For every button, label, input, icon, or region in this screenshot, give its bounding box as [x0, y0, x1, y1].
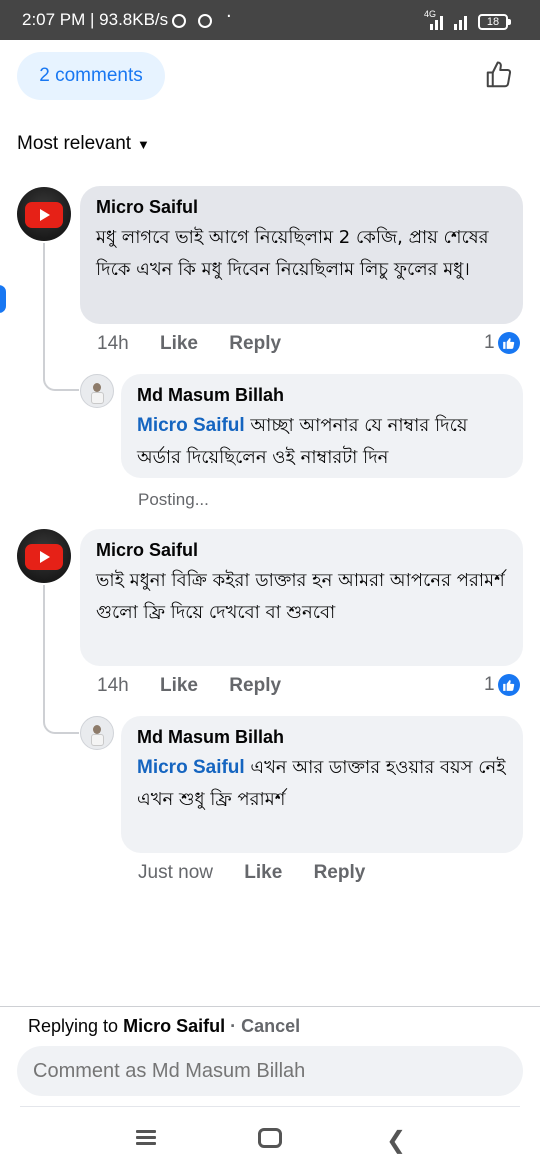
- back-icon[interactable]: ❮: [386, 1126, 406, 1154]
- like-button[interactable]: Like: [244, 862, 282, 883]
- mention-link[interactable]: Micro Saiful: [137, 415, 245, 436]
- divider: [0, 1006, 540, 1007]
- reply-time: Just now: [138, 862, 213, 883]
- person-body-icon: [91, 392, 104, 404]
- like-button[interactable]: Like: [160, 675, 198, 696]
- thread-line: [43, 585, 79, 734]
- mention-link[interactable]: Micro Saiful: [137, 757, 245, 778]
- person-body-icon: [91, 734, 104, 746]
- comments-count-button[interactable]: 2 comments: [17, 52, 165, 100]
- comment-bubble[interactable]: Micro Saiful মধু লাগবে ভাই আগে নিয়েছিলা…: [80, 186, 523, 324]
- reply-text-line2: এখন শুধু ফ্রি পরামর্শ: [137, 789, 286, 810]
- reply-author[interactable]: Md Masum Billah: [137, 726, 507, 748]
- comment-author[interactable]: Micro Saiful: [96, 539, 507, 561]
- home-icon[interactable]: [258, 1128, 282, 1148]
- message-icon: [198, 14, 212, 28]
- notification-dot-icon: ·: [226, 6, 232, 27]
- person-icon: [93, 725, 101, 734]
- status-time: 2:07 PM | 93.8KB/s: [22, 10, 169, 29]
- avatar[interactable]: [80, 374, 114, 408]
- reply-author[interactable]: Md Masum Billah: [137, 384, 507, 406]
- avatar[interactable]: [80, 716, 114, 750]
- reaction-count[interactable]: 1: [484, 332, 520, 354]
- reaction-count[interactable]: 1: [484, 674, 520, 696]
- sort-label: Most relevant: [17, 133, 132, 154]
- replying-prefix: Replying to: [28, 1016, 119, 1036]
- divider: [20, 1106, 520, 1107]
- recent-apps-icon[interactable]: [136, 1130, 156, 1146]
- comment-time: 14h: [97, 333, 129, 354]
- reply-text: এখন আর ডাক্তার হওয়ার বয়স নেই: [250, 757, 506, 778]
- thumbs-up-outline-icon[interactable]: [484, 60, 514, 90]
- comment-time: 14h: [97, 675, 129, 696]
- sync-icon: [172, 14, 186, 28]
- signal-icon-2: [454, 14, 467, 30]
- comment-actions: 14h Like Reply: [97, 675, 307, 697]
- comment-input[interactable]: [17, 1046, 523, 1096]
- reaction-count-value: 1: [484, 674, 495, 695]
- thread-line: [43, 243, 79, 391]
- youtube-play-icon: [25, 544, 63, 570]
- youtube-play-icon: [25, 202, 63, 228]
- comment-actions: 14h Like Reply: [97, 333, 307, 355]
- system-navbar: ❮: [0, 1106, 540, 1170]
- reply-button[interactable]: Reply: [314, 862, 366, 883]
- reply-bubble[interactable]: Md Masum Billah Micro Saiful এখন আর ডাক্…: [121, 716, 523, 853]
- comment-author[interactable]: Micro Saiful: [96, 196, 507, 218]
- posting-status: Posting...: [138, 490, 209, 509]
- signal-icon: [430, 14, 443, 30]
- comment-text: মধু লাগবে ভাই আগে নিয়েছিলাম 2 কেজি, প্র…: [96, 227, 489, 280]
- reaction-count-value: 1: [484, 332, 495, 353]
- reply-bubble[interactable]: Md Masum Billah Micro Saiful আচ্ছা আপনার…: [121, 374, 523, 478]
- replying-to-bar: Replying to Micro Saiful · Cancel: [28, 1016, 301, 1036]
- cancel-reply-button[interactable]: Cancel: [241, 1016, 300, 1036]
- battery-icon: 18: [478, 14, 511, 30]
- chevron-down-icon: ▼: [137, 137, 150, 152]
- avatar[interactable]: [17, 529, 71, 583]
- replying-name: Micro Saiful: [123, 1016, 226, 1036]
- comment-text: ভাই মধুনা বিক্রি কইরা ডাক্তার হন আমরা আপ…: [96, 570, 505, 623]
- avatar[interactable]: [17, 187, 71, 241]
- reply-button[interactable]: Reply: [229, 675, 281, 696]
- like-reaction-icon: [497, 674, 520, 696]
- comment-bubble[interactable]: Micro Saiful ভাই মধুনা বিক্রি কইরা ডাক্ত…: [80, 529, 523, 666]
- like-reaction-icon: [497, 332, 520, 354]
- like-button[interactable]: Like: [160, 333, 198, 354]
- person-icon: [93, 383, 101, 392]
- sort-dropdown[interactable]: Most relevant ▼: [17, 133, 150, 155]
- reply-actions: Just now Like Reply: [138, 862, 391, 884]
- status-bar: 2:07 PM | 93.8KB/s · 4G 18: [0, 0, 540, 40]
- side-handle: [0, 285, 6, 313]
- reply-button[interactable]: Reply: [229, 333, 281, 354]
